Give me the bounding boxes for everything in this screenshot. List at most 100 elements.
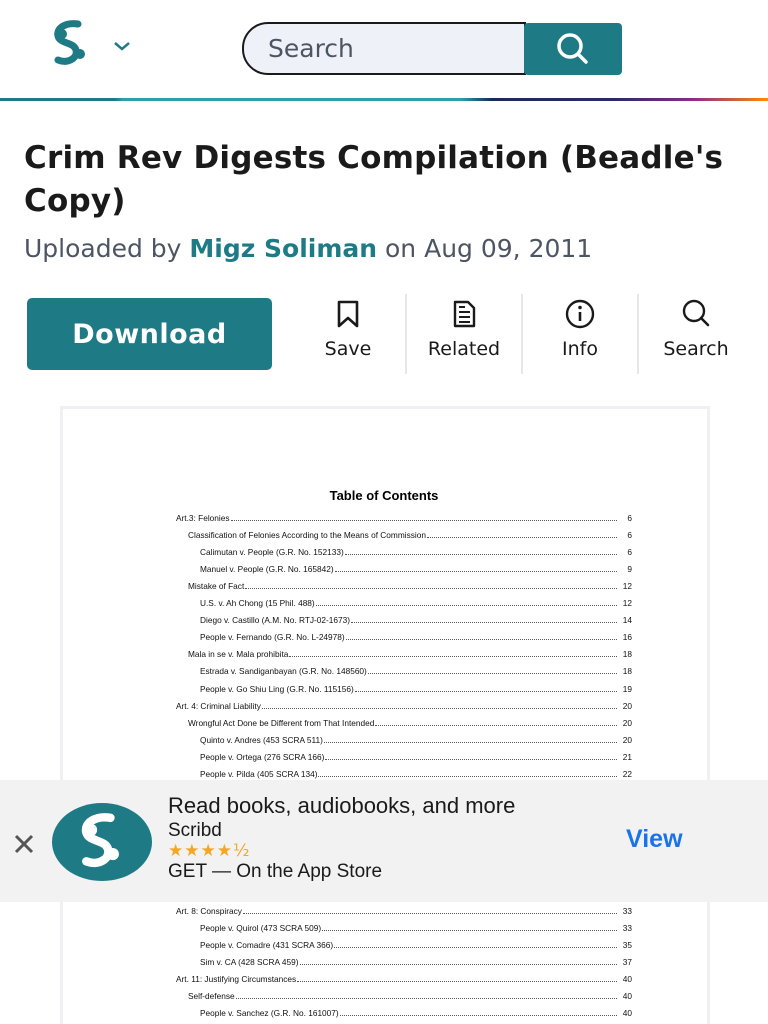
toc-entry-page: 6 <box>627 530 632 541</box>
download-button[interactable]: Download <box>27 298 272 370</box>
save-label: Save <box>324 338 372 360</box>
toc-entry-page: 20 <box>622 717 632 728</box>
document-icon <box>453 300 476 328</box>
toc-leader-dots <box>261 707 617 709</box>
toc-entry-title: Manuel v. People (G.R. No. 165842) <box>200 564 334 575</box>
related-label: Related <box>427 338 501 360</box>
toc-entry-title: Art. 4: Criminal Liability <box>176 700 261 711</box>
toc-entry: Sim v. CA (428 SCRA 459) 37 <box>200 955 632 967</box>
info-label: Info <box>562 338 598 360</box>
toc-entry-page: 40 <box>622 974 632 985</box>
rating-stars: ★★★★½ <box>168 841 251 861</box>
toc-entry: Diego v. Castillo (A.M. No. RTJ-02-1673)… <box>200 613 632 625</box>
scribd-app-icon <box>52 803 152 881</box>
toc-leader-dots <box>351 622 617 624</box>
document-title: Crim Rev Digests Compilation (Beadle's C… <box>24 140 724 219</box>
toc-entry: People v. Go Shiu Ling (G.R. No. 115156)… <box>200 682 632 694</box>
brand-color-bar <box>0 98 768 101</box>
toc-entry-page: 14 <box>622 615 632 626</box>
toc-entry-title: Estrada v. Sandiganbayan (G.R. No. 14856… <box>200 666 367 677</box>
toc-entry: People v. Ortega (276 SCRA 166) 21 <box>200 750 632 762</box>
toc-leader-dots <box>322 930 617 932</box>
toc-leader-dots <box>375 724 617 726</box>
toc-entry-page: 18 <box>622 649 632 660</box>
toc-leader-dots <box>339 1015 617 1017</box>
toc-leader-dots <box>334 571 617 573</box>
toc-leader-dots <box>315 605 617 607</box>
toc-entry-page: 20 <box>622 734 632 745</box>
search-icon <box>557 33 588 64</box>
chevron-down-icon[interactable] <box>112 38 132 52</box>
scribd-logo-icon[interactable] <box>48 20 94 68</box>
bookmark-icon <box>337 300 359 328</box>
toc-entry-page: 21 <box>622 751 632 762</box>
toc-leader-dots <box>242 913 617 914</box>
toc-entry-title: Mistake of Fact <box>188 581 245 592</box>
toc-entry-page: 35 <box>622 940 632 951</box>
toc-entry: People v. Fernando (G.R. No. L-24978) 16 <box>200 630 632 642</box>
toc-entry-page: 37 <box>622 957 632 968</box>
toc-heading: Table of Contents <box>329 488 439 503</box>
toc-entry-title: Wrongful Act Done be Different from That… <box>188 717 375 728</box>
view-button[interactable]: View <box>626 825 683 854</box>
toc-entry-title: People v. Fernando (G.R. No. L-24978) <box>200 632 345 643</box>
upload-date: on Aug 09, 2011 <box>385 234 593 263</box>
toc-entry: Art. 8: Conspiracy 33 <box>176 904 632 916</box>
close-icon[interactable] <box>12 832 36 856</box>
toc-leader-dots <box>235 998 617 1000</box>
toc-entry-page: 6 <box>627 513 632 523</box>
toc-entry-title: Art.3: Felonies <box>176 513 230 523</box>
upload-byline: Uploaded by Migz Soliman on Aug 09, 2011 <box>24 234 592 263</box>
search-input[interactable]: Search <box>242 22 526 75</box>
toc-entry-title: People v. Quirol (473 SCRA 509) <box>200 923 322 934</box>
toc-entry: Art. 4: Criminal Liability 20 <box>176 699 632 711</box>
toc-entry: Art. 11: Justifying Circumstances 40 <box>176 972 632 984</box>
toc-entry-title: U.S. v. Ah Chong (15 Phil. 488) <box>200 598 315 609</box>
toc-entry-page: 6 <box>627 547 632 558</box>
toc-entry-page: 40 <box>622 991 632 1002</box>
toc-entry-title: Mala in se v. Mala prohibita <box>188 649 289 660</box>
author-link[interactable]: Migz Soliman <box>189 234 377 263</box>
related-button[interactable]: Related <box>422 296 506 374</box>
toc-leader-dots <box>345 639 617 641</box>
action-divider <box>521 294 523 374</box>
toc-leader-dots <box>325 758 617 760</box>
toc-entry: People v. Pilda (405 SCRA 134) 22 <box>200 767 632 779</box>
toc-leader-dots <box>334 947 617 949</box>
search-in-document-button[interactable]: Search <box>658 296 734 374</box>
toc-entry-page: 33 <box>622 906 632 916</box>
toc-entry-title: Art. 8: Conspiracy <box>176 906 242 916</box>
toc-entry: People v. Quirol (473 SCRA 509) 33 <box>200 921 632 933</box>
toc-entry: Mistake of Fact 12 <box>188 579 632 591</box>
toc-entry-page: 12 <box>622 581 632 592</box>
toc-entry-title: People v. Sanchez (G.R. No. 161007) <box>200 1008 339 1019</box>
toc-entry-page: 33 <box>622 923 632 934</box>
toc-entry-title: People v. Ortega (276 SCRA 166) <box>200 751 325 762</box>
toc-entry-page: 9 <box>627 564 632 575</box>
toc-entry: Classification of Felonies According to … <box>188 528 632 540</box>
search-button[interactable] <box>524 23 622 75</box>
toc-leader-dots <box>318 775 617 777</box>
action-divider <box>637 294 639 374</box>
toc-entry-title: Art. 11: Justifying Circumstances <box>176 974 297 985</box>
toc-leader-dots <box>245 588 617 590</box>
toc-leader-dots <box>367 673 617 675</box>
toc-entry-page: 16 <box>622 632 632 643</box>
toc-entry-title: Classification of Felonies According to … <box>188 530 426 541</box>
toc-entry-page: 20 <box>622 700 632 711</box>
toc-entry-title: Sim v. CA (428 SCRA 459) <box>200 957 299 968</box>
toc-leader-dots <box>323 741 617 743</box>
toc-entry-page: 12 <box>622 598 632 609</box>
action-divider <box>405 294 407 374</box>
toc-entry: Estrada v. Sandiganbayan (G.R. No. 14856… <box>200 664 632 676</box>
toc-entry: Quinto v. Andres (453 SCRA 511) 20 <box>200 733 632 745</box>
toc-entry: People v. Comadre (431 SCRA 366) 35 <box>200 938 632 950</box>
toc-leader-dots <box>289 656 617 658</box>
save-button[interactable]: Save <box>318 296 378 374</box>
toc-entry-title: Self-defense <box>188 991 235 1002</box>
info-button[interactable]: Info <box>550 296 610 374</box>
toc-entry-title: Quinto v. Andres (453 SCRA 511) <box>200 734 323 745</box>
toc-entry-title: Calimutan v. People (G.R. No. 152133) <box>200 547 344 558</box>
banner-store-text: GET — On the App Store <box>168 861 383 882</box>
banner-tagline: Read books, audiobooks, and more <box>168 793 516 818</box>
